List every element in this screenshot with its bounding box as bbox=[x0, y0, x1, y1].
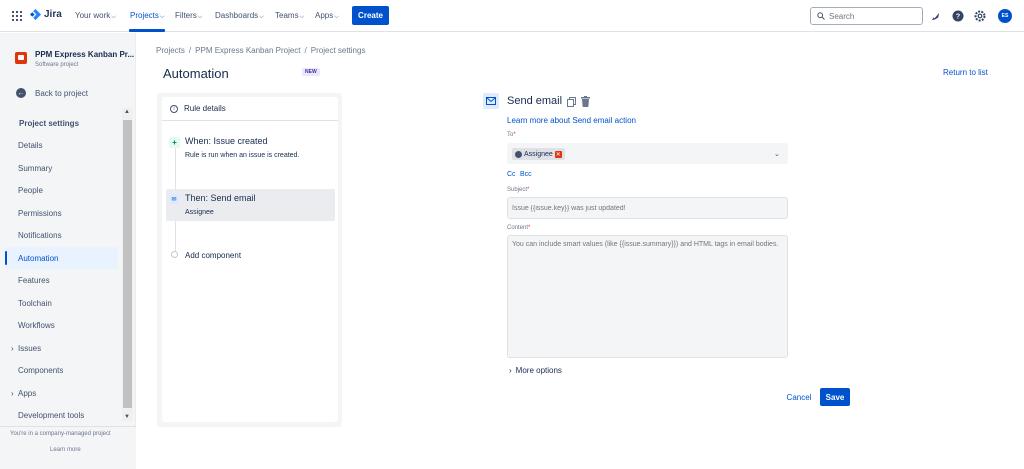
sidebar-item-summary[interactable]: Summary bbox=[5, 157, 118, 179]
chevron-right-icon: › bbox=[11, 343, 14, 353]
project-type: Software project bbox=[35, 62, 79, 68]
sidebar-item-automation[interactable]: Automation bbox=[5, 247, 118, 269]
chevron-down-icon: ⌵ bbox=[299, 14, 305, 20]
sidebar-footer-text: You're in a company-managed project bbox=[10, 431, 111, 437]
content-label: Content* bbox=[507, 225, 531, 231]
chevron-right-icon: › bbox=[509, 366, 512, 375]
add-component-link[interactable]: Add component bbox=[185, 251, 241, 260]
breadcrumb-projects[interactable]: Projects bbox=[156, 46, 185, 55]
scroll-down-icon[interactable]: ▼ bbox=[124, 414, 130, 420]
app-switcher-icon[interactable] bbox=[12, 11, 22, 21]
email-icon: ✉ bbox=[169, 194, 179, 204]
sidebar-item-toolchain[interactable]: Toolchain bbox=[5, 292, 118, 314]
help-icon[interactable]: ? bbox=[951, 9, 965, 23]
send-email-icon bbox=[483, 93, 499, 109]
subject-label: Subject* bbox=[507, 187, 530, 193]
breadcrumb-project[interactable]: PPM Express Kanban Project bbox=[195, 46, 300, 55]
sidebar-item-development-tools[interactable]: Development tools bbox=[5, 404, 118, 426]
more-options-toggle[interactable]: › More options bbox=[509, 366, 562, 375]
user-icon bbox=[515, 150, 522, 158]
svg-text:?: ? bbox=[956, 14, 960, 21]
chevron-right-icon: › bbox=[11, 388, 14, 398]
nav-projects[interactable]: Projects⌵ bbox=[130, 11, 164, 21]
jira-logo[interactable]: Jira bbox=[30, 9, 62, 20]
sidebar-item-permissions[interactable]: Permissions bbox=[5, 202, 118, 224]
sidebar-heading: Project settings bbox=[19, 119, 80, 128]
new-badge: NEW bbox=[302, 68, 320, 76]
nav-your-work[interactable]: Your work⌵ bbox=[75, 11, 116, 21]
jira-logo-icon bbox=[30, 9, 41, 20]
settings-icon[interactable] bbox=[973, 9, 987, 23]
chevron-down-icon: ⌵ bbox=[159, 14, 165, 20]
chevron-down-icon: ⌵ bbox=[334, 14, 339, 20]
search-input[interactable] bbox=[829, 11, 919, 21]
breadcrumb: Projects / PPM Express Kanban Project / Proj… bbox=[156, 46, 366, 55]
project-avatar-icon bbox=[15, 52, 27, 64]
action-description: Assignee bbox=[185, 209, 214, 216]
info-icon: i bbox=[170, 104, 178, 113]
back-arrow-icon[interactable]: ← bbox=[16, 88, 26, 98]
add-component-dot-icon[interactable] bbox=[171, 251, 178, 258]
assignee-chip[interactable]: Assignee ✕ bbox=[512, 148, 565, 160]
bcc-link[interactable]: Bcc bbox=[520, 171, 532, 178]
learn-more-link[interactable]: Learn more bbox=[50, 447, 81, 453]
chevron-down-icon[interactable]: ⌄ bbox=[774, 150, 780, 158]
breadcrumb-settings[interactable]: Project settings bbox=[311, 46, 366, 55]
notifications-icon[interactable] bbox=[928, 9, 942, 23]
content-textarea[interactable] bbox=[507, 235, 788, 358]
cc-link[interactable]: Cc bbox=[507, 171, 516, 178]
sidebar-item-features[interactable]: Features bbox=[5, 269, 118, 291]
sidebar-item-apps[interactable]: › Apps bbox=[5, 382, 118, 404]
search-box[interactable] bbox=[810, 7, 923, 25]
trigger-plus-icon: + bbox=[169, 137, 180, 148]
assignee-chip-label: Assignee bbox=[524, 150, 553, 158]
action-title[interactable]: Then: Send email bbox=[185, 193, 256, 203]
sidebar-item-notifications[interactable]: Notifications bbox=[5, 224, 118, 246]
trigger-title[interactable]: When: Issue created bbox=[185, 136, 268, 146]
back-to-project-link[interactable]: Back to project bbox=[35, 89, 88, 98]
sidebar-scrollbar[interactable]: ▲ ▼ bbox=[122, 108, 133, 421]
copy-icon[interactable] bbox=[567, 97, 576, 107]
form-title: Send email bbox=[507, 95, 563, 107]
trigger-description: Rule is run when an issue is created. bbox=[185, 152, 300, 159]
create-button[interactable]: Create bbox=[352, 6, 389, 25]
chevron-down-icon: ⌵ bbox=[259, 14, 264, 20]
chevron-down-icon: ⌵ bbox=[111, 14, 116, 20]
nav-filters[interactable]: Filters⌵ bbox=[175, 11, 202, 21]
nav-dashboards[interactable]: Dashboards⌵ bbox=[215, 11, 264, 21]
sidebar-item-workflows[interactable]: Workflows bbox=[5, 314, 118, 336]
save-button[interactable]: Save bbox=[820, 388, 850, 406]
top-navigation: Jira Your work⌵ Projects⌵ Filters⌵ Dashb… bbox=[0, 0, 1024, 32]
scroll-up-icon[interactable]: ▲ bbox=[124, 109, 130, 115]
project-name[interactable]: PPM Express Kanban Pr... bbox=[35, 50, 134, 59]
nav-apps[interactable]: Apps⌵ bbox=[315, 11, 339, 21]
rule-details-item[interactable]: i Rule details bbox=[162, 97, 338, 121]
jira-logo-text: Jira bbox=[44, 9, 62, 20]
scrollbar-thumb[interactable] bbox=[123, 120, 132, 408]
active-nav-indicator bbox=[129, 29, 165, 32]
sidebar-item-components[interactable]: Components bbox=[5, 359, 118, 381]
cancel-button[interactable]: Cancel bbox=[785, 389, 813, 405]
learn-send-email-link[interactable]: Learn more about Send email action bbox=[507, 116, 636, 125]
subject-input[interactable] bbox=[507, 197, 788, 219]
sidebar-item-issues[interactable]: › Issues bbox=[5, 337, 118, 359]
sidebar-item-people[interactable]: People bbox=[5, 179, 118, 201]
page-title: Automation bbox=[163, 66, 229, 81]
to-label: To* bbox=[507, 132, 516, 138]
user-avatar[interactable]: ES bbox=[998, 9, 1012, 23]
nav-teams[interactable]: Teams⌵ bbox=[275, 11, 304, 21]
chevron-down-icon: ⌵ bbox=[197, 14, 203, 20]
return-to-list-link[interactable]: Return to list bbox=[943, 68, 988, 77]
search-icon bbox=[817, 12, 825, 20]
remove-icon[interactable]: ✕ bbox=[554, 150, 562, 158]
trash-icon[interactable] bbox=[581, 96, 590, 107]
rule-details-label: Rule details bbox=[184, 104, 226, 113]
sidebar-item-details[interactable]: Details bbox=[5, 134, 118, 156]
